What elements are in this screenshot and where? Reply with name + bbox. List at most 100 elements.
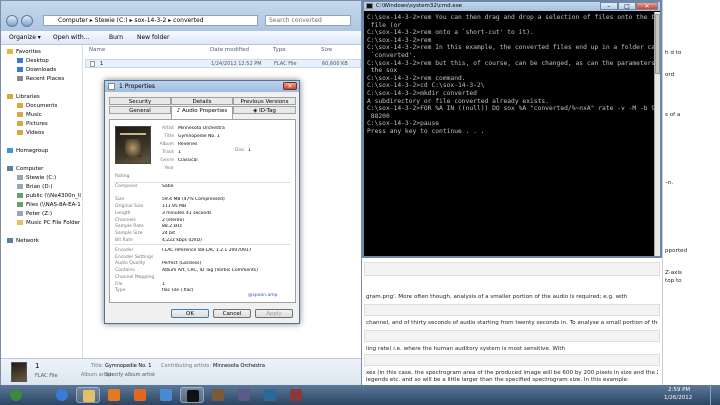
nav-item-music[interactable]: Music [17, 112, 81, 119]
column-header-type[interactable]: Type [273, 47, 286, 53]
column-header-name[interactable]: Name [89, 47, 105, 53]
web-text-line: gram.png'. More often though, analysis o… [366, 294, 628, 300]
nav-item-documents[interactable]: Documents [17, 103, 81, 110]
file-type: FLAC File [274, 61, 297, 67]
scrollbar-thumb[interactable] [655, 14, 660, 74]
nav-item-desktop[interactable]: Desktop [17, 58, 81, 65]
recent-places-icon [17, 76, 23, 81]
text-box [364, 354, 660, 366]
nav-item-peter-z[interactable]: Peter (Z:) [17, 211, 81, 218]
nav-item-videos[interactable]: Videos [17, 130, 81, 137]
apply-button[interactable]: Apply [255, 309, 293, 318]
nav-item-libraries[interactable]: Libraries [7, 94, 81, 101]
ok-button[interactable]: OK [171, 309, 209, 318]
minimize-button[interactable]: – [600, 2, 618, 10]
nav-item-favorites[interactable]: Favorites [7, 49, 81, 56]
taskbar-button[interactable] [76, 387, 100, 403]
details-artists-value[interactable]: Minnesota Orchestra [213, 363, 265, 369]
web-text-fragment: top to [665, 278, 682, 284]
details-file-type: FLAC File [35, 373, 58, 379]
tab-id-tag-label: ID-Tag [259, 108, 276, 114]
search-input[interactable]: Search converted [265, 15, 351, 26]
scrollbar[interactable] [654, 12, 660, 256]
tag-album-value: Reveries [178, 142, 198, 147]
nav-item-music-pc-file-folder[interactable]: Music PC File Folder [17, 220, 81, 227]
sample-size-value: 24 bit [162, 230, 176, 236]
taskbar-button[interactable] [102, 387, 126, 403]
console-output[interactable]: C:\sox-14-3-2>rem You can then drag and … [367, 14, 655, 254]
tab-audio-properties[interactable]: ♪ Audio Properties [171, 106, 233, 120]
tab-security[interactable]: Security [109, 97, 171, 105]
nav-item-label: Brian (D:) [26, 184, 53, 190]
clock-date[interactable]: 1/26/2012 [664, 395, 692, 401]
details-file-name: 1 [35, 362, 40, 370]
close-button[interactable]: ✕ [636, 2, 658, 10]
nav-item-network[interactable]: Network [7, 238, 81, 245]
app-icon [212, 389, 224, 401]
nav-item-label: Downloads [26, 67, 57, 73]
details-album-artist-value[interactable]: Specify album artist [105, 372, 155, 378]
nav-item-stewie-c[interactable]: Stewie (C:) [17, 175, 81, 182]
web-text-fragment: pported [665, 248, 688, 254]
nav-item-pictures[interactable]: Pictures [17, 121, 81, 128]
console-line: 88200 [367, 112, 390, 120]
console-line: C:\sox-14-3-2>rem command. [367, 74, 466, 82]
maximize-button[interactable]: □ [618, 2, 636, 10]
taskbar-button[interactable] [284, 387, 308, 403]
audio-properties-panel: Artist Minnesota Orchestra Title Gymnopedie… [109, 119, 296, 303]
file-name: 1 [100, 61, 104, 67]
clock-time[interactable]: 2:59 PM [668, 387, 690, 393]
nav-item-brian-d[interactable]: Brian (D:) [17, 184, 81, 191]
column-header-date[interactable]: Date modified [210, 47, 249, 53]
new-folder-button[interactable]: New folder [135, 33, 171, 43]
composer-label: Composer [115, 184, 138, 189]
start-button[interactable] [4, 387, 28, 403]
cancel-button[interactable]: Cancel [213, 309, 251, 318]
disc-label: Disc [235, 148, 245, 153]
address-bar[interactable]: Computer ▸ Stewie (C:) ▸ sox-14-3-2 ▸ co… [43, 15, 258, 26]
channel-mapping-label: Channel Mapping [115, 274, 155, 280]
console-line: C:\sox-14-3-2>rem In this example, the c… [367, 44, 655, 52]
network-drive-icon [17, 202, 23, 207]
details-title-value[interactable]: Gymnopedie No. 1 [105, 363, 151, 369]
forward-button[interactable] [21, 15, 33, 27]
bit-rate-label: Bit Rate [115, 237, 133, 243]
nav-item-public-ne4300n-ll[interactable]: public (\\Ne4300n_ll) [17, 193, 81, 200]
taskbar-button[interactable] [180, 387, 204, 403]
organize-button[interactable]: Organize ▾ [7, 33, 43, 43]
tab-general[interactable]: General [109, 106, 171, 114]
breadcrumb-item[interactable]: sox-14-3-2 [134, 17, 166, 24]
taskbar-button[interactable] [128, 387, 152, 403]
nav-item-computer[interactable]: Computer [7, 166, 81, 173]
explorer-toolbar: Organize ▾ Open with... Burn New folder [1, 31, 361, 45]
tag-album-label: Album [159, 142, 174, 147]
pictures-icon [17, 121, 23, 126]
console-line: C:\sox-14-3-2>FOR %A IN ((null)) DO sox … [367, 105, 655, 113]
burn-button[interactable]: Burn [107, 33, 125, 43]
nav-item-label: Documents [26, 103, 58, 109]
table-row[interactable]: 1 1/24/2012 12:52 PM FLAC File 60,600 KB [85, 59, 361, 68]
breadcrumb-item[interactable]: Stewie (C:) [95, 17, 128, 24]
taskbar-button[interactable] [232, 387, 256, 403]
breadcrumb-item[interactable]: Computer [58, 17, 88, 24]
taskbar-button[interactable] [154, 387, 178, 403]
taskbar-button[interactable] [206, 387, 230, 403]
tab-id-tag[interactable]: ◈ ID-Tag [233, 106, 296, 114]
show-desktop-button[interactable] [710, 385, 720, 405]
nav-item-recent-places[interactable]: Recent Places [17, 76, 81, 83]
nav-item-files-nas-8a-ea-1[interactable]: Files (\\NAS-8A-EA-1 [17, 202, 81, 209]
taskbar-button[interactable] [258, 387, 282, 403]
open-with-button[interactable]: Open with... [51, 33, 91, 43]
length-value: 3 minutes 41 seconds [162, 210, 212, 216]
nav-item-downloads[interactable]: Downloads [17, 67, 81, 74]
breadcrumb-item[interactable]: converted [173, 17, 203, 24]
nav-item-homegroup[interactable]: Homegroup [7, 148, 81, 155]
taskbar-button[interactable] [50, 387, 74, 403]
close-button[interactable]: ✕ [283, 82, 297, 90]
tab-details[interactable]: Details [171, 97, 233, 105]
column-header-size[interactable]: Size [321, 47, 332, 53]
tab-previous-versions[interactable]: Previous Versions [233, 97, 296, 105]
back-button[interactable] [6, 15, 18, 27]
nav-item-label: Stewie (C:) [26, 175, 57, 181]
channels-value: 2 (stereo) [162, 217, 184, 223]
